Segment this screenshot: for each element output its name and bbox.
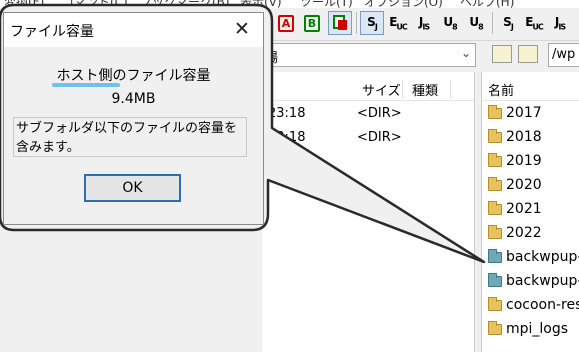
euc-button[interactable]: EUC (386, 11, 410, 35)
folder-icon (488, 201, 502, 215)
list-item[interactable]: 2018 (486, 127, 579, 151)
open-folder-icon[interactable] (518, 45, 538, 63)
dialog-titlebar: ファイル容量 ✕ (4, 13, 263, 47)
list-item[interactable]: 2020 (486, 175, 579, 199)
utf8-bom-icon: U8 (469, 14, 483, 32)
folder-icon (488, 297, 502, 311)
item-name: backwpup- (506, 273, 579, 289)
list-item[interactable]: 2021 (486, 199, 579, 223)
item-name: mpi_logs (506, 321, 569, 337)
local-file-list[interactable]: サイズ 種類 23:18 <DIR> 23:18 <DIR> (262, 72, 475, 352)
file-size-value: 9.4MB (111, 91, 156, 107)
remote-path-field[interactable]: /wp (548, 43, 579, 67)
list-item[interactable]: mpi_logs (486, 319, 579, 343)
table-row[interactable]: 23:18 <DIR> (262, 104, 474, 126)
row-size: <DIR> (357, 106, 402, 121)
item-name: 2019 (506, 153, 542, 169)
utf8-bom-button[interactable]: U8 (464, 11, 488, 35)
item-name: 2022 (506, 225, 542, 241)
folder-teal-icon (488, 273, 502, 287)
ascii-mode-button[interactable]: A (274, 11, 298, 35)
folder-icon (488, 105, 502, 119)
folder-icon (488, 129, 502, 143)
local-path-combobox[interactable]: 場 ⌄ (260, 43, 476, 67)
folder-icon (488, 321, 502, 335)
close-icon[interactable]: ✕ (231, 18, 253, 40)
dialog-title: ファイル容量 (10, 24, 94, 40)
jis-remote-icon: JIS (554, 14, 566, 32)
row-size: <DIR> (357, 130, 402, 145)
remote-list-header: 名前 (482, 78, 579, 101)
menu-item[interactable]: オプション(O) (364, 0, 443, 8)
utf8-button[interactable]: U8 (438, 11, 462, 35)
remote-file-list[interactable]: 名前 2017 2018 2019 2020 2021 2022 backwpu… (481, 72, 579, 352)
dialog-heading: ホスト側のファイル容量 (56, 68, 211, 84)
menu-bar: 変換(F) コマンド(C) ブックマーク(B) 表示(V) ツール(T) オプシ… (0, 0, 579, 8)
folder-teal-icon (488, 249, 502, 263)
column-type-header[interactable]: 種類 (412, 80, 438, 99)
row-time: 23:18 (268, 130, 306, 145)
menu-item[interactable]: 変換(F) (4, 0, 44, 8)
row-time: 23:18 (268, 106, 306, 121)
item-name: 2020 (506, 177, 542, 193)
list-item[interactable]: backwpup- (486, 271, 579, 295)
binary-mode-icon: B (304, 14, 320, 32)
euc-remote-icon: EUC (525, 14, 544, 32)
menu-item[interactable]: コマンド(C) (62, 0, 128, 8)
local-list-header: サイズ 種類 (262, 78, 474, 101)
file-size-dialog: ファイル容量 ✕ ホスト側のファイル容量 9.4MB サブフォルダ以下のファイル… (3, 12, 264, 225)
sjis-remote-button[interactable]: SJ (496, 11, 520, 35)
item-name: 2021 (506, 201, 542, 217)
auto-mode-button[interactable] (328, 11, 352, 35)
item-name: backwpup- (506, 249, 579, 265)
folder-icon (488, 153, 502, 167)
menu-item[interactable]: 表示(V) (240, 0, 282, 8)
list-item[interactable]: cocoon-res (486, 295, 579, 319)
remote-path-text: /wp (552, 47, 576, 62)
jis-button[interactable]: JIS (412, 11, 436, 35)
sjis-button[interactable]: SJ (360, 11, 384, 35)
ok-button[interactable]: OK (84, 174, 181, 202)
jis-icon: JIS (418, 14, 430, 32)
highlight-marker (52, 83, 120, 87)
euc-icon: EUC (389, 14, 408, 32)
table-row[interactable]: 23:18 <DIR> (262, 128, 474, 150)
toolbar: A B SJ EUC JIS U8 U8 SJ EUC JIS (270, 8, 579, 41)
list-item[interactable]: backwpup- (486, 247, 579, 271)
binary-mode-button[interactable]: B (300, 11, 324, 35)
utf8-icon: U8 (443, 14, 457, 32)
sjis-remote-icon: SJ (503, 14, 514, 32)
folder-up-icon[interactable] (492, 45, 512, 63)
menu-item[interactable]: ツール(T) (300, 0, 353, 8)
column-size-header[interactable]: サイズ (362, 80, 401, 99)
auto-mode-icon (333, 15, 347, 30)
folder-icon (488, 177, 502, 191)
item-name: cocoon-res (506, 297, 579, 313)
sjis-icon: SJ (367, 14, 378, 32)
ascii-mode-icon: A (278, 14, 294, 32)
local-path-text: 場 (265, 51, 279, 66)
column-name-header[interactable]: 名前 (488, 80, 514, 99)
dialog-description: サブフォルダ以下のファイルの容量を含みます。 (13, 117, 247, 157)
euc-remote-button[interactable]: EUC (522, 11, 546, 35)
jis-remote-button[interactable]: JIS (548, 11, 572, 35)
item-name: 2017 (506, 105, 542, 121)
menu-item[interactable]: ヘルプ(H) (460, 0, 514, 8)
menu-item[interactable]: ブックマーク(B) (140, 0, 230, 8)
folder-icon (488, 225, 502, 239)
list-item[interactable]: 2017 (486, 103, 579, 127)
chevron-down-icon[interactable]: ⌄ (461, 46, 471, 60)
remote-nav-buttons (486, 43, 546, 67)
list-item[interactable]: 2022 (486, 223, 579, 247)
list-item[interactable]: 2019 (486, 151, 579, 175)
item-name: 2018 (506, 129, 542, 145)
